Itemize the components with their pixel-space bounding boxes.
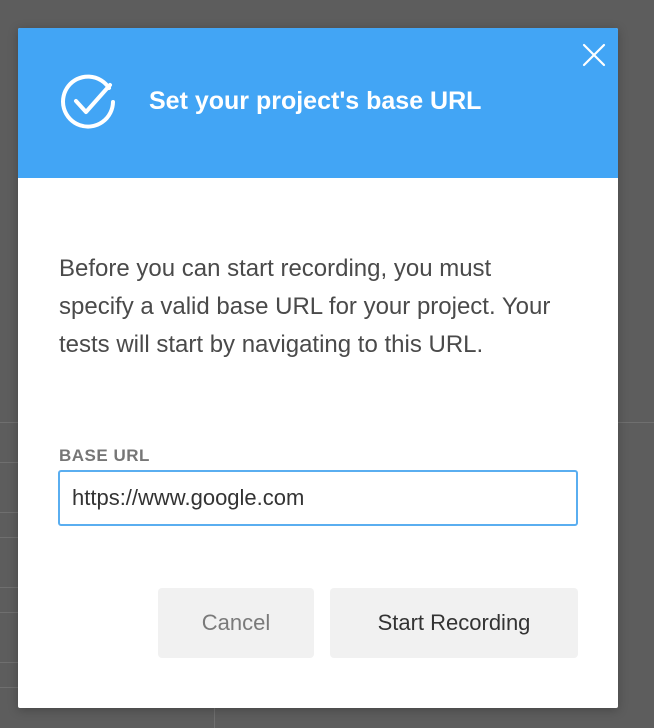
base-url-dialog: Set your project's base URL Before you c… <box>18 28 618 708</box>
dialog-title: Set your project's base URL <box>149 87 482 115</box>
background-divider <box>0 462 18 463</box>
base-url-label: BASE URL <box>59 446 150 465</box>
close-icon[interactable] <box>581 42 607 68</box>
background-divider <box>0 512 18 513</box>
cancel-button[interactable]: Cancel <box>158 588 314 658</box>
background-divider <box>0 587 18 588</box>
background-divider <box>0 537 18 538</box>
background-divider <box>618 422 654 423</box>
background-divider <box>0 612 18 613</box>
background-divider <box>0 662 18 663</box>
base-url-input[interactable] <box>58 470 578 526</box>
start-recording-button[interactable]: Start Recording <box>330 588 578 658</box>
dialog-description: Before you can start recording, you must… <box>59 255 551 358</box>
background-divider <box>0 687 18 688</box>
dialog-header: Set your project's base URL <box>18 28 618 178</box>
background-divider <box>0 422 18 423</box>
check-circle-icon <box>61 74 115 129</box>
background-divider <box>214 708 215 728</box>
